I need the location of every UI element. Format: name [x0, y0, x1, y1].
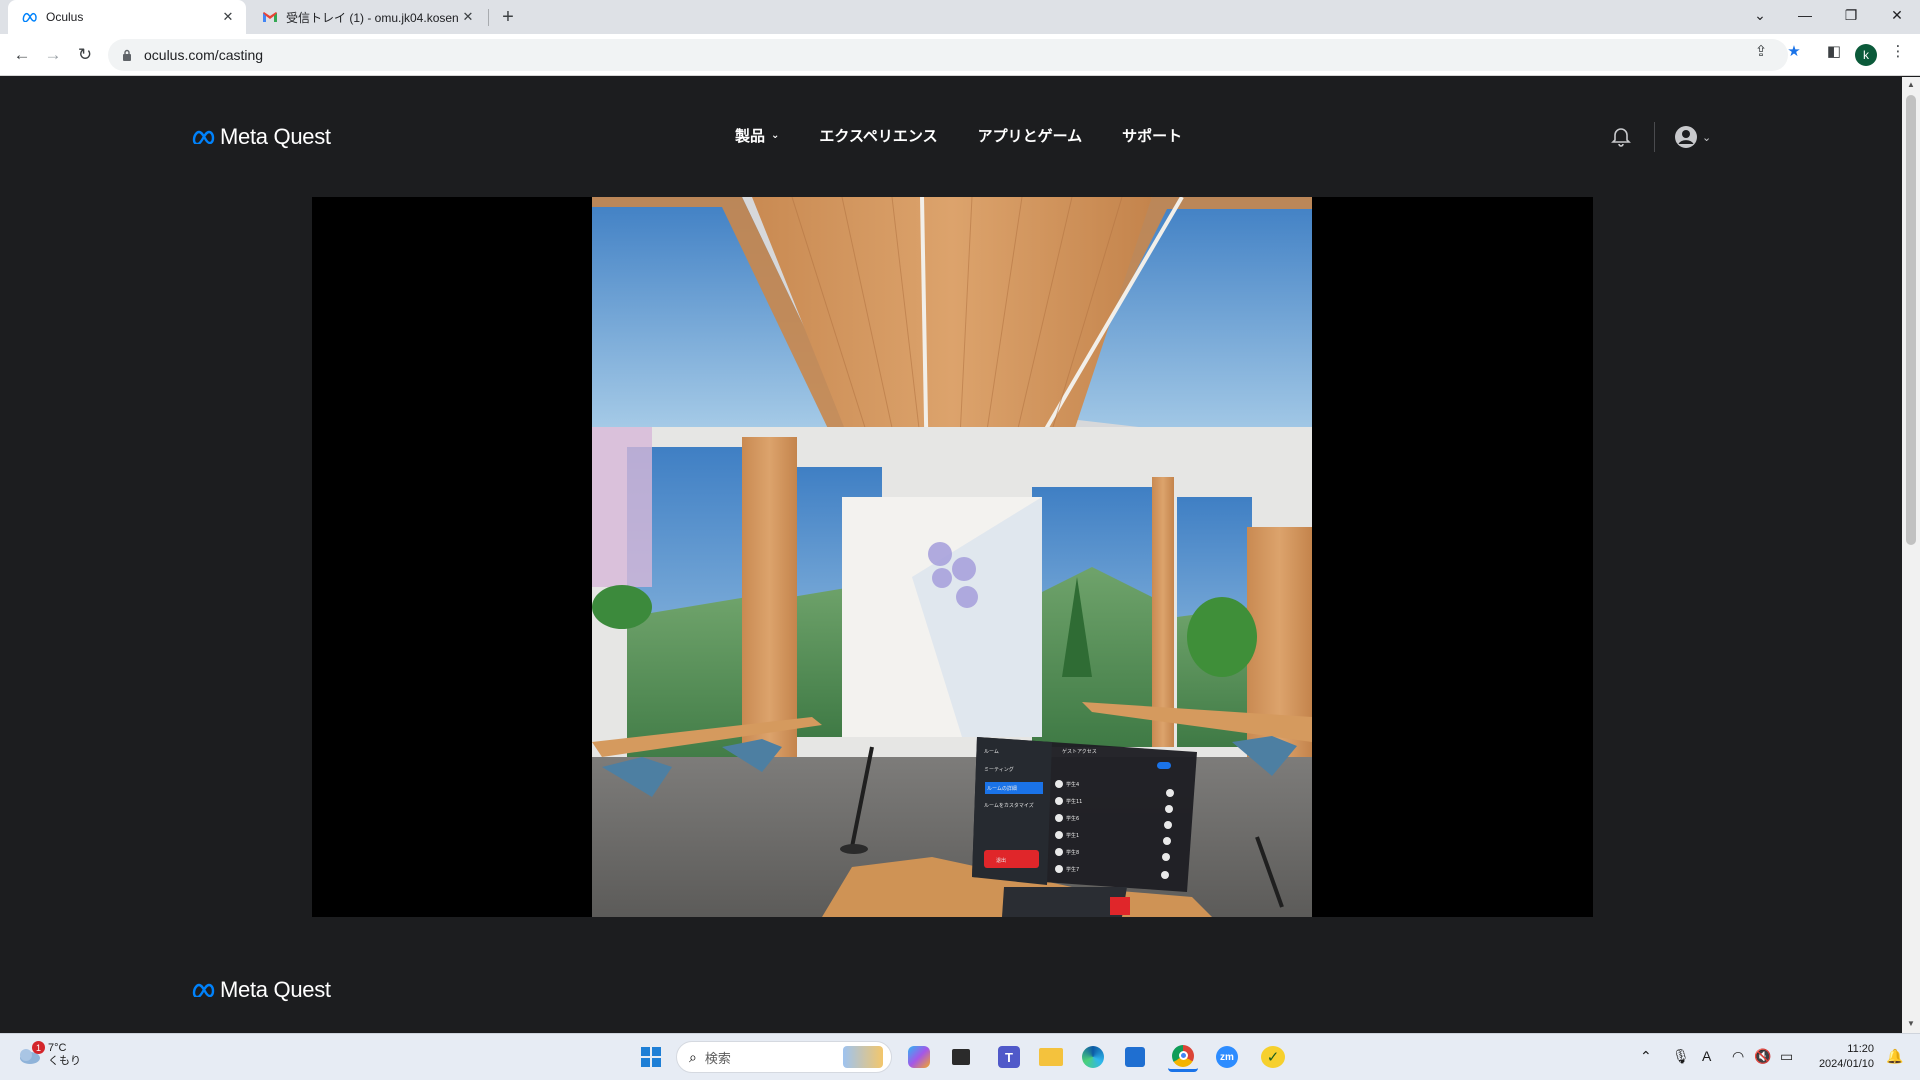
file-explorer-icon[interactable]	[1036, 1042, 1066, 1072]
nav-item-experiences[interactable]: エクスペリエンス	[819, 125, 937, 146]
vr-panel-header: ゲストアクセス	[1062, 748, 1097, 755]
start-button[interactable]	[636, 1042, 666, 1072]
task-view-icon[interactable]	[946, 1042, 976, 1072]
main-nav: 製品 ⌄ エクスペリエンス アプリとゲーム サポート	[735, 125, 1182, 146]
side-panel-icon[interactable]: ◧	[1822, 39, 1846, 63]
microphone-icon[interactable]: 🎙	[1672, 1048, 1690, 1065]
wifi-icon[interactable]: ◠	[1732, 1048, 1744, 1065]
minimize-button[interactable]: —	[1782, 0, 1828, 30]
tab-title: 受信トレイ (1) - omu.jk04.kosen@	[286, 10, 458, 25]
meta-quest-logo[interactable]: Meta Quest	[192, 124, 331, 150]
nav-item-products[interactable]: 製品 ⌄	[735, 125, 779, 146]
todo-icon[interactable]: ✓	[1258, 1042, 1288, 1072]
lock-icon	[120, 48, 134, 62]
scroll-down-arrow-icon[interactable]: ▼	[1907, 1019, 1915, 1028]
vr-cast-view: ルーム ミーティング ルームの詳細 ルームをカスタマイズ 退出 ゲストアクセス …	[592, 197, 1312, 917]
brand-text: Meta Quest	[220, 124, 331, 149]
weather-widget[interactable]: 1 7°C くもり	[16, 1041, 81, 1068]
account-menu[interactable]: ⌄	[1674, 124, 1714, 150]
vr-participant: 学生4	[1066, 781, 1079, 788]
clock-time: 11:20	[1847, 1043, 1874, 1055]
scrollbar-thumb[interactable]	[1906, 95, 1916, 545]
more-menu-icon[interactable]: ⋮	[1886, 39, 1910, 63]
new-tab-button[interactable]: +	[496, 5, 520, 29]
close-tab-icon[interactable]: ✕	[458, 7, 478, 27]
battery-icon[interactable]: ▭	[1780, 1048, 1793, 1065]
nav-item-apps-games[interactable]: アプリとゲーム	[978, 125, 1083, 146]
vr-menu-title: ルーム	[984, 749, 999, 755]
chevron-down-icon: ⌄	[771, 130, 780, 141]
close-tab-icon[interactable]: ✕	[218, 7, 238, 27]
vr-room-panel	[972, 737, 1197, 917]
footer-meta-quest-logo[interactable]: Meta Quest	[192, 977, 331, 1003]
forward-arrow-icon[interactable]: →	[41, 43, 65, 67]
nav-label: サポート	[1122, 128, 1183, 145]
tab-separator	[488, 9, 489, 26]
vr-leave-label: 退出	[996, 857, 1006, 864]
vr-room-scene: ルーム ミーティング ルームの詳細 ルームをカスタマイズ 退出 ゲストアクセス …	[592, 197, 1312, 917]
scroll-up-arrow-icon[interactable]: ▲	[1907, 80, 1915, 89]
tab-gmail[interactable]: 受信トレイ (1) - omu.jk04.kosen@ ✕	[248, 0, 486, 34]
vr-participant: 学生6	[1066, 815, 1079, 822]
windows-taskbar: 1 7°C くもり ⌕ 検索 T zm ✓ ⌃ 🎙 A ◠ 🔇 ▭ 11:20 2…	[0, 1033, 1920, 1080]
notification-badge: 1	[32, 1041, 45, 1054]
vr-participant: 学生8	[1066, 849, 1079, 856]
vr-menu-item: ルームの詳細	[987, 785, 1017, 792]
nav-label: エクスペリエンス	[819, 128, 938, 145]
bookmark-star-icon[interactable]: ★	[1782, 39, 1806, 63]
weather-temperature: 7°C	[48, 1042, 67, 1054]
cloud-icon: 1	[16, 1041, 45, 1065]
edge-icon[interactable]	[1078, 1042, 1108, 1072]
reload-icon[interactable]: ↻	[73, 43, 97, 67]
vr-participant: 学生7	[1066, 866, 1079, 873]
chevron-down-icon: ⌄	[1702, 131, 1712, 144]
user-circle-icon	[1675, 126, 1697, 148]
header-divider	[1654, 122, 1655, 152]
taskbar-clock[interactable]: 11:20 2024/01/10	[1814, 1042, 1874, 1072]
close-window-button[interactable]: ✕	[1874, 0, 1920, 30]
teams-icon[interactable]: T	[994, 1042, 1024, 1072]
taskbar-search[interactable]: ⌕ 検索	[676, 1041, 892, 1073]
meta-favicon-icon	[22, 9, 38, 25]
ime-indicator-icon[interactable]: A	[1702, 1048, 1711, 1064]
url-text: oculus.com/casting	[144, 47, 264, 63]
vr-menu-item: ミーティング	[984, 766, 1014, 773]
notification-bell-icon[interactable]	[1610, 126, 1632, 148]
store-icon[interactable]	[1120, 1042, 1150, 1072]
page-scrollbar[interactable]: ▲ ▼	[1902, 77, 1920, 1033]
weather-description: くもり	[48, 1055, 81, 1067]
search-highlight-icon	[843, 1046, 883, 1068]
vr-participant: 学生11	[1066, 798, 1082, 805]
vr-participant: 学生1	[1066, 832, 1079, 839]
nav-item-support[interactable]: サポート	[1122, 125, 1182, 146]
copilot-icon[interactable]	[904, 1042, 934, 1072]
clock-date: 2024/01/10	[1818, 1058, 1874, 1070]
tab-oculus[interactable]: Oculus ✕	[8, 0, 246, 34]
zoom-icon[interactable]: zm	[1212, 1042, 1242, 1072]
back-arrow-icon[interactable]: ←	[10, 43, 34, 67]
footer-brand-text: Meta Quest	[220, 977, 331, 1002]
vr-menu-item: ルームをカスタマイズ	[984, 802, 1034, 809]
tab-title: Oculus	[46, 10, 84, 24]
gmail-icon	[262, 9, 278, 25]
search-placeholder: 検索	[704, 1050, 731, 1066]
browser-tabstrip: Oculus ✕ 受信トレイ (1) - omu.jk04.kosen@ ✕ +…	[0, 0, 1920, 34]
search-icon: ⌕	[689, 1048, 697, 1065]
share-icon[interactable]: ⇪	[1749, 39, 1773, 63]
nav-label: アプリとゲーム	[977, 128, 1083, 145]
meta-logo-icon	[192, 130, 215, 144]
volume-muted-icon[interactable]: 🔇	[1754, 1048, 1771, 1065]
address-bar[interactable]: oculus.com/casting	[108, 39, 1788, 71]
notification-bell-icon[interactable]: 🔔	[1886, 1048, 1903, 1065]
nav-label: 製品	[735, 128, 766, 145]
tab-search-chevron-icon[interactable]: ⌄	[1737, 0, 1783, 30]
chrome-icon[interactable]	[1168, 1042, 1198, 1072]
restore-button[interactable]: ❐	[1828, 0, 1874, 30]
meta-logo-icon	[192, 983, 215, 997]
profile-avatar[interactable]: k	[1855, 44, 1877, 66]
browser-toolbar: ← → ↻ oculus.com/casting ⇪ ★ ◧ k ⋮	[0, 34, 1920, 76]
chevron-up-icon[interactable]: ⌃	[1640, 1048, 1652, 1065]
